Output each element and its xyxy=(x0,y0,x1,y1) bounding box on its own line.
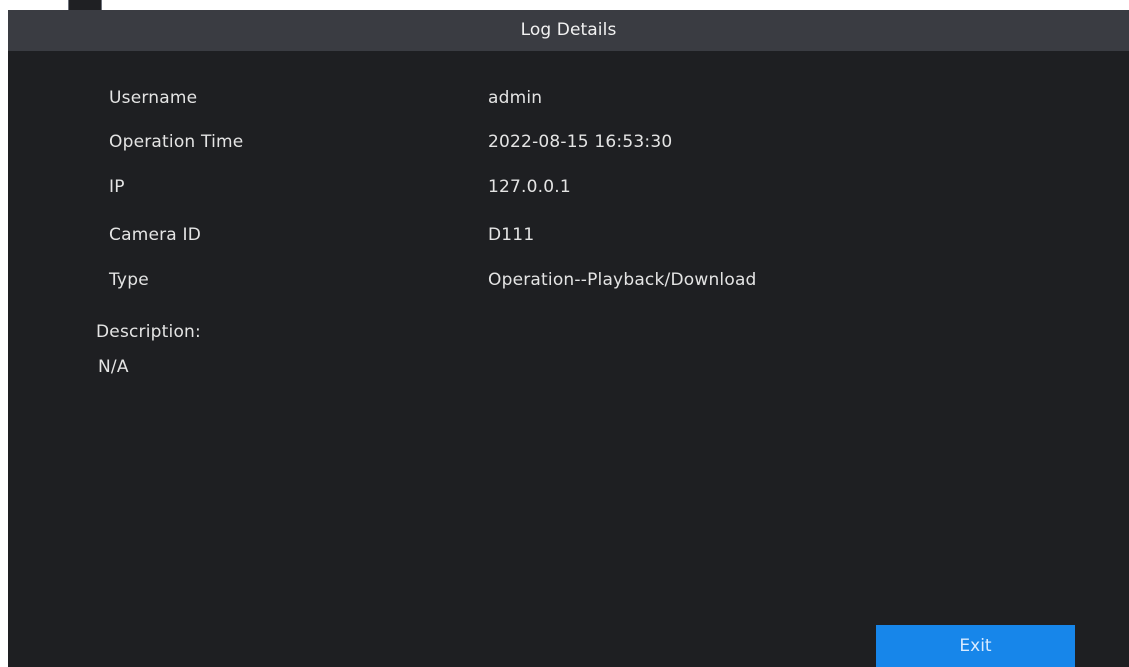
username-value: admin xyxy=(488,88,543,108)
camera-id-label: Camera ID xyxy=(109,225,202,245)
ip-value: 127.0.0.1 xyxy=(488,177,571,197)
dialog-title: Log Details xyxy=(8,10,1129,51)
username-label: Username xyxy=(109,88,198,108)
description-label: Description: xyxy=(96,322,201,342)
type-value: Operation--Playback/Download xyxy=(488,270,757,290)
camera-id-value: D111 xyxy=(488,225,535,245)
exit-button[interactable]: Exit xyxy=(876,625,1075,667)
description-value: N/A xyxy=(98,357,129,377)
operation-time-value: 2022-08-15 16:53:30 xyxy=(488,132,673,152)
operation-time-label: Operation Time xyxy=(109,132,244,152)
type-label: Type xyxy=(109,270,149,290)
log-details-dialog: Log Details Username admin Operation Tim… xyxy=(8,10,1129,667)
ip-label: IP xyxy=(109,177,125,197)
